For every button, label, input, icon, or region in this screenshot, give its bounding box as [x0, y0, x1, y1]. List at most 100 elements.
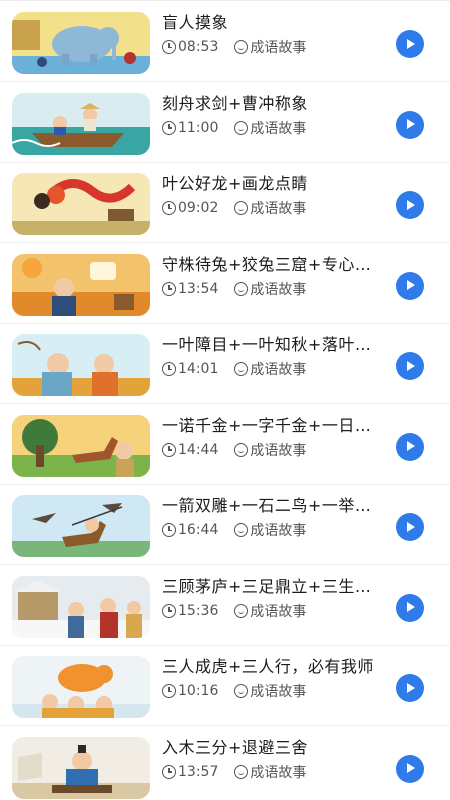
story-title[interactable]: 刻舟求剑+曹冲称象 — [162, 94, 382, 114]
story-meta: 09:02 成语故事 — [162, 199, 306, 217]
story-category: 成语故事 — [250, 442, 307, 459]
story-category: 成语故事 — [250, 362, 307, 378]
clock-icon — [162, 40, 176, 54]
thumbnail-illustration — [12, 656, 150, 718]
thumbnail-illustration — [12, 173, 150, 235]
story-row[interactable]: 盲人摸象 08:53 成语故事 — [0, 2, 450, 82]
story-duration: 13:54 — [178, 280, 219, 297]
story-category: 成语故事 — [250, 684, 307, 700]
story-category: 成语故事 — [250, 603, 307, 620]
story-category: 成语故事 — [250, 281, 307, 298]
play-button[interactable] — [396, 593, 424, 622]
play-button[interactable] — [396, 674, 424, 702]
clock-icon — [162, 603, 176, 618]
thumbnail-illustration — [12, 575, 150, 638]
story-title[interactable]: 三顾茅庐+三足鼎立+三生有幸 — [162, 577, 382, 597]
story-thumbnail[interactable] — [12, 334, 150, 396]
story-title[interactable]: 入木三分+退避三舍 — [162, 738, 382, 758]
story-row[interactable]: 守株待兔+狡兔三窟+专心致志 13:54 成语故事 — [0, 244, 450, 324]
story-category: 成语故事 — [250, 40, 307, 56]
thumbnail-illustration — [12, 92, 150, 155]
play-button[interactable] — [396, 352, 424, 380]
story-row[interactable]: 三人成虎+三人行，必有我师 10:16 成语故事 — [0, 646, 450, 726]
story-duration: 14:44 — [178, 441, 219, 458]
story-meta: 14:44 成语故事 — [162, 441, 306, 459]
clock-icon — [162, 281, 176, 296]
story-duration: 16:44 — [178, 522, 219, 538]
smile-icon — [234, 201, 249, 215]
story-duration: 09:02 — [178, 200, 219, 216]
story-title[interactable]: 一叶障目+一叶知秋+落叶归根 — [162, 335, 382, 355]
story-meta: 13:57 成语故事 — [162, 763, 306, 781]
play-button[interactable] — [396, 30, 424, 58]
story-duration: 11:00 — [178, 119, 219, 136]
clock-icon — [162, 201, 176, 215]
story-row[interactable]: 叶公好龙+画龙点睛 09:02 成语故事 — [0, 163, 450, 243]
play-button[interactable] — [396, 191, 424, 219]
story-meta: 13:54 成语故事 — [162, 280, 306, 298]
story-thumbnail[interactable] — [12, 92, 150, 155]
story-duration: 10:16 — [178, 683, 219, 699]
smile-icon — [234, 442, 249, 457]
story-thumbnail[interactable] — [12, 736, 150, 799]
story-thumbnail[interactable] — [12, 173, 150, 235]
story-row[interactable]: 一箭双雕+一石二鸟+一举两得 16:44 成语故事 — [0, 485, 450, 565]
story-title[interactable]: 盲人摸象 — [162, 13, 382, 33]
story-list: 盲人摸象 08:53 成语故事 刻舟求剑+曹冲称象 11:00 成语故事 叶公好… — [0, 0, 450, 800]
smile-icon — [234, 120, 249, 135]
story-row[interactable]: 一诺千金+一字千金+一日千里 14:44 成语故事 — [0, 405, 450, 485]
story-meta: 11:00 成语故事 — [162, 119, 306, 137]
smile-icon — [234, 684, 249, 698]
thumbnail-illustration — [12, 736, 150, 799]
thumbnail-illustration — [12, 414, 150, 477]
story-meta: 15:36 成语故事 — [162, 602, 306, 620]
story-title[interactable]: 一诺千金+一字千金+一日千里 — [162, 416, 382, 436]
smile-icon — [234, 40, 249, 54]
story-category: 成语故事 — [250, 764, 307, 781]
story-thumbnail[interactable] — [12, 656, 150, 718]
story-meta: 14:01 成语故事 — [162, 360, 306, 378]
thumbnail-illustration — [12, 253, 150, 316]
story-category: 成语故事 — [250, 201, 307, 217]
smile-icon — [234, 764, 249, 779]
story-title[interactable]: 三人成虎+三人行，必有我师 — [162, 657, 382, 677]
smile-icon — [234, 523, 249, 537]
clock-icon — [162, 442, 176, 457]
smile-icon — [234, 603, 249, 618]
play-button[interactable] — [396, 110, 424, 139]
story-thumbnail[interactable] — [12, 253, 150, 316]
story-row[interactable]: 三顾茅庐+三足鼎立+三生有幸 15:36 成语故事 — [0, 566, 450, 646]
story-meta: 16:44 成语故事 — [162, 521, 306, 539]
story-row[interactable]: 入木三分+退避三舍 13:57 成语故事 — [0, 727, 450, 800]
story-meta: 08:53 成语故事 — [162, 38, 306, 56]
story-thumbnail[interactable] — [12, 495, 150, 557]
smile-icon — [234, 362, 249, 376]
thumbnail-illustration — [12, 495, 150, 557]
story-thumbnail[interactable] — [12, 414, 150, 477]
play-button[interactable] — [396, 432, 424, 461]
story-category: 成语故事 — [250, 523, 307, 539]
play-button[interactable] — [396, 271, 424, 300]
play-button[interactable] — [396, 754, 424, 783]
story-title[interactable]: 守株待兔+狡兔三窟+专心致志 — [162, 255, 382, 275]
story-title[interactable]: 叶公好龙+画龙点睛 — [162, 174, 382, 194]
smile-icon — [234, 281, 249, 296]
play-button[interactable] — [396, 513, 424, 541]
clock-icon — [162, 764, 176, 779]
story-row[interactable]: 一叶障目+一叶知秋+落叶归根 14:01 成语故事 — [0, 324, 450, 404]
story-duration: 08:53 — [178, 39, 219, 55]
story-duration: 13:57 — [178, 763, 219, 780]
story-thumbnail[interactable] — [12, 575, 150, 638]
clock-icon — [162, 120, 176, 135]
story-thumbnail[interactable] — [12, 12, 150, 74]
story-title[interactable]: 一箭双雕+一石二鸟+一举两得 — [162, 496, 382, 516]
thumbnail-illustration — [12, 12, 150, 74]
story-category: 成语故事 — [250, 120, 307, 137]
thumbnail-illustration — [12, 334, 150, 396]
clock-icon — [162, 362, 176, 376]
story-row[interactable]: 刻舟求剑+曹冲称象 11:00 成语故事 — [0, 83, 450, 163]
story-meta: 10:16 成语故事 — [162, 682, 306, 700]
story-duration: 15:36 — [178, 602, 219, 619]
clock-icon — [162, 523, 176, 537]
top-divider — [0, 0, 450, 1]
